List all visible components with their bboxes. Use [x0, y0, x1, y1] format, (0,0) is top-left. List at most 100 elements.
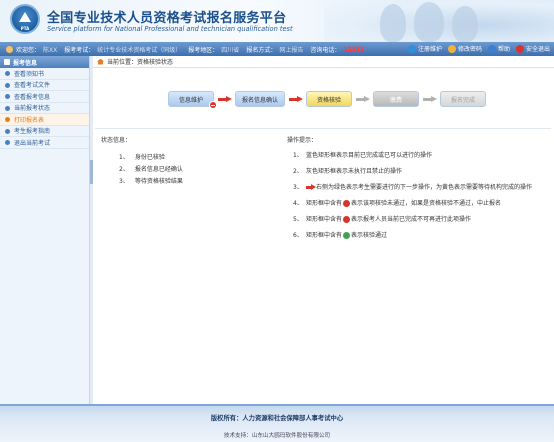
breadcrumb: 当前位置：资格核验状态	[93, 56, 554, 68]
status-text: 报名信息已经确认	[134, 166, 183, 173]
sidebar-item-label: 考生报考指南	[14, 128, 51, 136]
bullet-icon	[5, 128, 10, 134]
arrow-icon	[356, 96, 370, 102]
sidebar-item-notice[interactable]: 查看须知书	[0, 68, 89, 80]
arrow-icon	[306, 184, 316, 190]
phone-value: 12333	[343, 46, 365, 53]
step-complete: 报名完成	[440, 91, 486, 107]
tip-item: 5、 矩形框中含有 表示报考人员当前已完成不可再进行此项操作	[293, 216, 547, 228]
lock-icon	[447, 44, 456, 53]
sidebar: 报考信息 查看须知书 查看考试文件 查看报考信息 当前报考状态 打印报名表 考生…	[0, 56, 90, 404]
header-banner: PTA 全国专业技术人员资格考试报名服务平台 Service platform …	[0, 0, 554, 42]
logo-mountain-icon	[19, 12, 31, 22]
sidebar-item-guide[interactable]: 考生报考指南	[0, 126, 89, 137]
bullet-icon	[5, 105, 10, 111]
sidebar-item-print-form[interactable]: 打印报名表	[0, 114, 89, 126]
logout-link[interactable]: 安全退出	[515, 44, 550, 53]
tip-text-a: 矩形框中含有	[306, 216, 343, 223]
tip-text-b: 表示该项核验未通过，如果是资格核验不通过，中止报名	[351, 200, 502, 207]
sidebar-item-exam-files[interactable]: 查看考试文件	[0, 80, 89, 91]
site-subtitle: Service platform for National Profession…	[47, 25, 293, 33]
arrow-icon	[423, 96, 437, 102]
status-num: 2、	[119, 166, 129, 173]
method-label: 报名方式：	[246, 47, 277, 54]
breadcrumb-text: 当前位置：资格核验状态	[107, 59, 174, 66]
status-item: 3、 等待资格核验结果	[119, 176, 271, 188]
help-icon	[487, 44, 496, 53]
logo-text: PTA	[20, 26, 30, 31]
logout-label: 安全退出	[525, 46, 550, 53]
copyright-text: 版权所有：人力资源和社会保障部人事考试中心	[210, 415, 344, 422]
step-info-maintain[interactable]: 信息维护	[168, 91, 217, 109]
tip-num: 4、	[293, 200, 303, 207]
banner-person-image	[414, 2, 444, 42]
register-maintain-link[interactable]: 注册维护	[407, 44, 442, 53]
sidebar-item-label: 打印报名表	[14, 116, 45, 124]
sidebar-item-label: 当前报考状态	[14, 105, 51, 113]
sidebar-item-exit-exam[interactable]: 退出当前考试	[0, 137, 89, 149]
footer: 版权所有：人力资源和社会保障部人事考试中心 技术支持：山东山大鸥玛软件股份有限公…	[0, 404, 554, 442]
step-confirm-info[interactable]: 报名信息确认	[235, 91, 285, 107]
tip-text: 灰色矩形框表示未执行且禁止的操作	[306, 168, 403, 175]
sidebar-item-label: 查看报考信息	[14, 93, 51, 101]
tip-item: 2、 灰色矩形框表示未执行且禁止的操作	[293, 168, 547, 180]
user-icon	[6, 46, 13, 53]
tip-text: 矩形框中含有 表示该项核验未通过，如果是资格核验不通过，中止报名	[306, 200, 547, 208]
tip-text-b: 表示核验通过	[351, 232, 388, 239]
status-info: 状态信息： 1、 身份已核验 2、 报名信息已经确认 3、 等待资格核验结果	[101, 135, 271, 188]
process-flow: 信息维护 报名信息确认 资格核验 缴费 报名完成	[93, 82, 554, 114]
tip-text: 右侧为绿色表示考生需要进行的下一步操作，为黄色表示需要等待机构完成的操作	[306, 184, 547, 192]
user-info-bar: 欢迎您： 陈XX 报考考试： 统计专业技术资格考试（同级） 报考地区： 四川省 …	[0, 42, 554, 56]
page: PTA 全国专业技术人员资格考试报名服务平台 Service platform …	[0, 0, 554, 442]
tip-num: 3、	[293, 184, 303, 191]
bullet-icon	[5, 94, 10, 99]
register-maintain-label: 注册维护	[417, 46, 442, 53]
exam-label: 报考考试：	[64, 47, 95, 54]
top-links: 注册维护 修改密码 帮助 安全退出	[407, 44, 550, 53]
tip-text-content: 右侧为绿色表示考生需要进行的下一步操作，为黄色表示需要等待机构完成的操作	[316, 184, 533, 191]
sidebar-header: 报考信息	[0, 56, 89, 68]
tip-text-a: 矩形框中含有	[306, 232, 343, 239]
status-text: 身份已核验	[134, 154, 165, 161]
arrow-icon	[218, 96, 232, 102]
arrow-icon	[289, 96, 303, 102]
menu-icon	[4, 59, 10, 65]
status-num: 1、	[119, 154, 129, 161]
tip-text-b: 表示报考人员当前已完成不可再进行此项操作	[351, 216, 472, 223]
site-title: 全国专业技术人员资格考试报名服务平台	[47, 11, 287, 26]
sidebar-item-label: 退出当前考试	[14, 139, 51, 147]
phone-label: 咨询电话：	[310, 47, 341, 54]
user-name: 陈XX	[43, 47, 58, 54]
step-label: 缴费	[389, 96, 402, 104]
main-content: 当前位置：资格核验状态 信息维护 报名信息确认 资格核验 缴费 报名完成 状态信…	[93, 56, 554, 404]
sidebar-item-current-status[interactable]: 当前报考状态	[0, 103, 89, 114]
tip-num: 1、	[293, 152, 303, 159]
status-item: 2、 报名信息已经确认	[119, 164, 271, 176]
tip-text: 矩形框中含有 表示核验通过	[306, 232, 547, 240]
tip-item: 4、 矩形框中含有 表示该项核验未通过，如果是资格核验不通过，中止报名	[293, 200, 547, 212]
tip-num: 6、	[293, 232, 303, 239]
sidebar-item-label: 查看考试文件	[14, 82, 51, 90]
tip-text: 蓝色矩形框表示目前已完成或已可以进行的操作	[306, 152, 433, 159]
fail-badge-icon	[343, 200, 351, 207]
person-icon	[407, 44, 416, 53]
banner-person-image	[380, 4, 406, 42]
step-label: 报名信息确认	[241, 96, 278, 104]
step-qualification-check: 资格核验	[306, 91, 352, 107]
change-password-link[interactable]: 修改密码	[447, 44, 482, 53]
tip-item: 1、 蓝色矩形框表示目前已完成或已可以进行的操作	[293, 152, 547, 164]
step-label: 信息维护	[178, 96, 203, 104]
tip-num: 5、	[293, 216, 303, 223]
tips-title: 操作提示：	[287, 137, 318, 144]
user-info: 欢迎您： 陈XX 报考考试： 统计专业技术资格考试（同级） 报考地区： 四川省 …	[6, 45, 364, 54]
sidebar-item-exam-info[interactable]: 查看报考信息	[0, 91, 89, 103]
support-text: 技术支持：山东山大鸥玛软件股份有限公司	[223, 433, 331, 439]
help-link[interactable]: 帮助	[487, 44, 510, 53]
help-label: 帮助	[497, 46, 510, 53]
sidebar-title: 报考信息	[13, 59, 38, 67]
status-panel: 状态信息： 1、 身份已核验 2、 报名信息已经确认 3、 等待资格核验结果 操…	[95, 128, 551, 300]
tip-item: 3、 右侧为绿色表示考生需要进行的下一步操作，为黄色表示需要等待机构完成的操作	[293, 184, 547, 196]
step-payment: 缴费	[373, 91, 419, 107]
status-item: 1、 身份已核验	[119, 152, 271, 164]
sidebar-item-label: 查看须知书	[14, 70, 45, 78]
